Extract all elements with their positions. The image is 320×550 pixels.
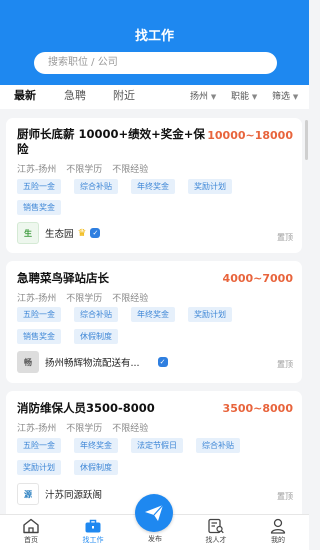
benefit-tag: 五险一金: [17, 307, 61, 322]
salary: 4000~7000: [222, 272, 293, 285]
job-requirements: 江苏-扬州 不限学历 不限经验: [17, 162, 158, 175]
header-bar: 找工作 搜索职位 / 公司: [0, 0, 309, 85]
company-name: 生态园: [45, 229, 74, 240]
page-title: 找工作: [134, 29, 174, 44]
benefit-tag: 年终奖金: [131, 179, 175, 194]
resume-search-icon: [208, 518, 224, 534]
job-title-line: 厨师长底薪 10000+绩效+奖金+保: [17, 127, 205, 141]
experience: 不限经验: [112, 165, 149, 175]
job-title-line: 险: [17, 142, 29, 156]
pinned-label: 置顶: [277, 492, 293, 501]
scrollbar[interactable]: [305, 120, 308, 160]
benefit-tag: 综合补贴: [196, 438, 240, 453]
crown-icon: ♛: [77, 227, 87, 239]
search-input[interactable]: 搜索职位 / 公司: [34, 52, 277, 74]
benefit-tag: 休假制度: [74, 460, 118, 475]
experience: 不限经验: [112, 424, 149, 434]
job-card[interactable]: 急聘菜鸟驿站店长 4000~7000 江苏-扬州 不限学历 不限经验 五险一金 综合…: [6, 261, 302, 383]
benefit-tag: 五险一金: [17, 179, 61, 194]
location: 江苏-扬州: [17, 294, 57, 304]
home-icon: [23, 518, 39, 534]
job-card[interactable]: 厨师长底薪 10000+绩效+奖金+保 险 10000~18000 江苏-扬州不…: [6, 118, 302, 253]
benefit-tag: 奖励计划: [17, 460, 61, 475]
tab-latest[interactable]: 最新: [14, 87, 36, 103]
screen-filter-label: 筛选: [272, 92, 291, 102]
function-filter[interactable]: 职能 ▼: [231, 89, 257, 102]
benefit-tag: 年终奖金: [74, 438, 118, 453]
education: 不限学历: [66, 424, 103, 434]
benefit-tag: 综合补贴: [74, 307, 118, 322]
paper-plane-icon: [145, 504, 164, 521]
location: 江苏-扬州: [17, 165, 57, 175]
job-title: 急聘菜鸟驿站店长: [17, 271, 109, 285]
city-filter[interactable]: 扬州 ▼: [190, 89, 216, 102]
job-requirements: 江苏-扬州 不限学历 不限经验: [17, 291, 158, 304]
salary: 10000~18000: [207, 129, 293, 142]
tab-find-job[interactable]: 找工作: [68, 515, 118, 545]
company-name: 扬州畅辉物流配送有...: [45, 358, 140, 369]
benefit-tag: 五险一金: [17, 438, 61, 453]
company-name: 汁苏同源跃阁: [45, 490, 103, 501]
user-icon: [270, 518, 286, 534]
benefit-tag: 销售奖金: [17, 329, 61, 344]
tab-home-label: 首页: [24, 536, 38, 544]
benefit-tag: 奖励计划: [188, 179, 232, 194]
chevron-down-icon: ▼: [210, 93, 217, 101]
tab-find-job-label: 找工作: [82, 536, 104, 544]
company-logo: 源: [17, 483, 39, 505]
job-title: 消防维保人员3500-8000: [17, 401, 155, 415]
job-title: 厨师长底薪 10000+绩效+奖金+保 险: [17, 127, 205, 157]
education: 不限学历: [66, 165, 103, 175]
location: 江苏-扬州: [17, 424, 57, 434]
company-info: 生 生态园 ♛ ✓: [17, 222, 101, 244]
salary: 3500~8000: [222, 402, 293, 415]
company-logo: 畅: [17, 351, 39, 373]
function-filter-label: 职能: [231, 92, 250, 102]
job-requirements: 江苏-扬州 不限学历 不限经验: [17, 421, 158, 434]
filter-bar: 最新 急聘 附近 扬州 ▼ 职能 ▼ 筛选 ▼: [0, 85, 309, 109]
tab-nearby[interactable]: 附近: [113, 87, 135, 103]
benefit-tag: 综合补贴: [74, 179, 118, 194]
company-info: 源 汁苏同源跃阁: [17, 483, 102, 505]
tab-find-talent[interactable]: 找人才: [191, 515, 241, 545]
company-logo: 生: [17, 222, 39, 244]
company-info: 畅 扬州畅辉物流配送有... ✓: [17, 351, 168, 373]
benefit-tag: 法定节假日: [131, 438, 183, 453]
chevron-down-icon: ▼: [251, 93, 258, 101]
screen-filter[interactable]: 筛选 ▼: [272, 89, 298, 102]
pinned-label: 置顶: [277, 360, 293, 369]
tab-profile-label: 我的: [271, 536, 285, 544]
briefcase-icon: [85, 519, 101, 533]
experience: 不限经验: [112, 294, 149, 304]
benefit-tag: 销售奖金: [17, 200, 61, 215]
tab-urgent[interactable]: 急聘: [64, 87, 86, 103]
tab-publish-label: 发布: [148, 535, 162, 543]
education: 不限学历: [66, 294, 103, 304]
tab-home[interactable]: 首页: [6, 515, 56, 545]
tab-profile[interactable]: 我的: [253, 515, 303, 545]
city-filter-label: 扬州: [190, 92, 209, 102]
benefit-tag: 奖励计划: [188, 307, 232, 322]
chevron-down-icon: ▼: [292, 93, 299, 101]
publish-button[interactable]: [135, 494, 173, 532]
verified-icon: ✓: [90, 228, 101, 238]
benefit-tag: 年终奖金: [131, 307, 175, 322]
job-list: 厨师长底薪 10000+绩效+奖金+保 险 10000~18000 江苏-扬州不…: [0, 110, 309, 514]
pinned-label: 置顶: [277, 233, 293, 242]
benefit-tag: 休假制度: [74, 329, 118, 344]
verified-icon: ✓: [157, 357, 168, 367]
tab-find-talent-label: 找人才: [205, 536, 227, 544]
